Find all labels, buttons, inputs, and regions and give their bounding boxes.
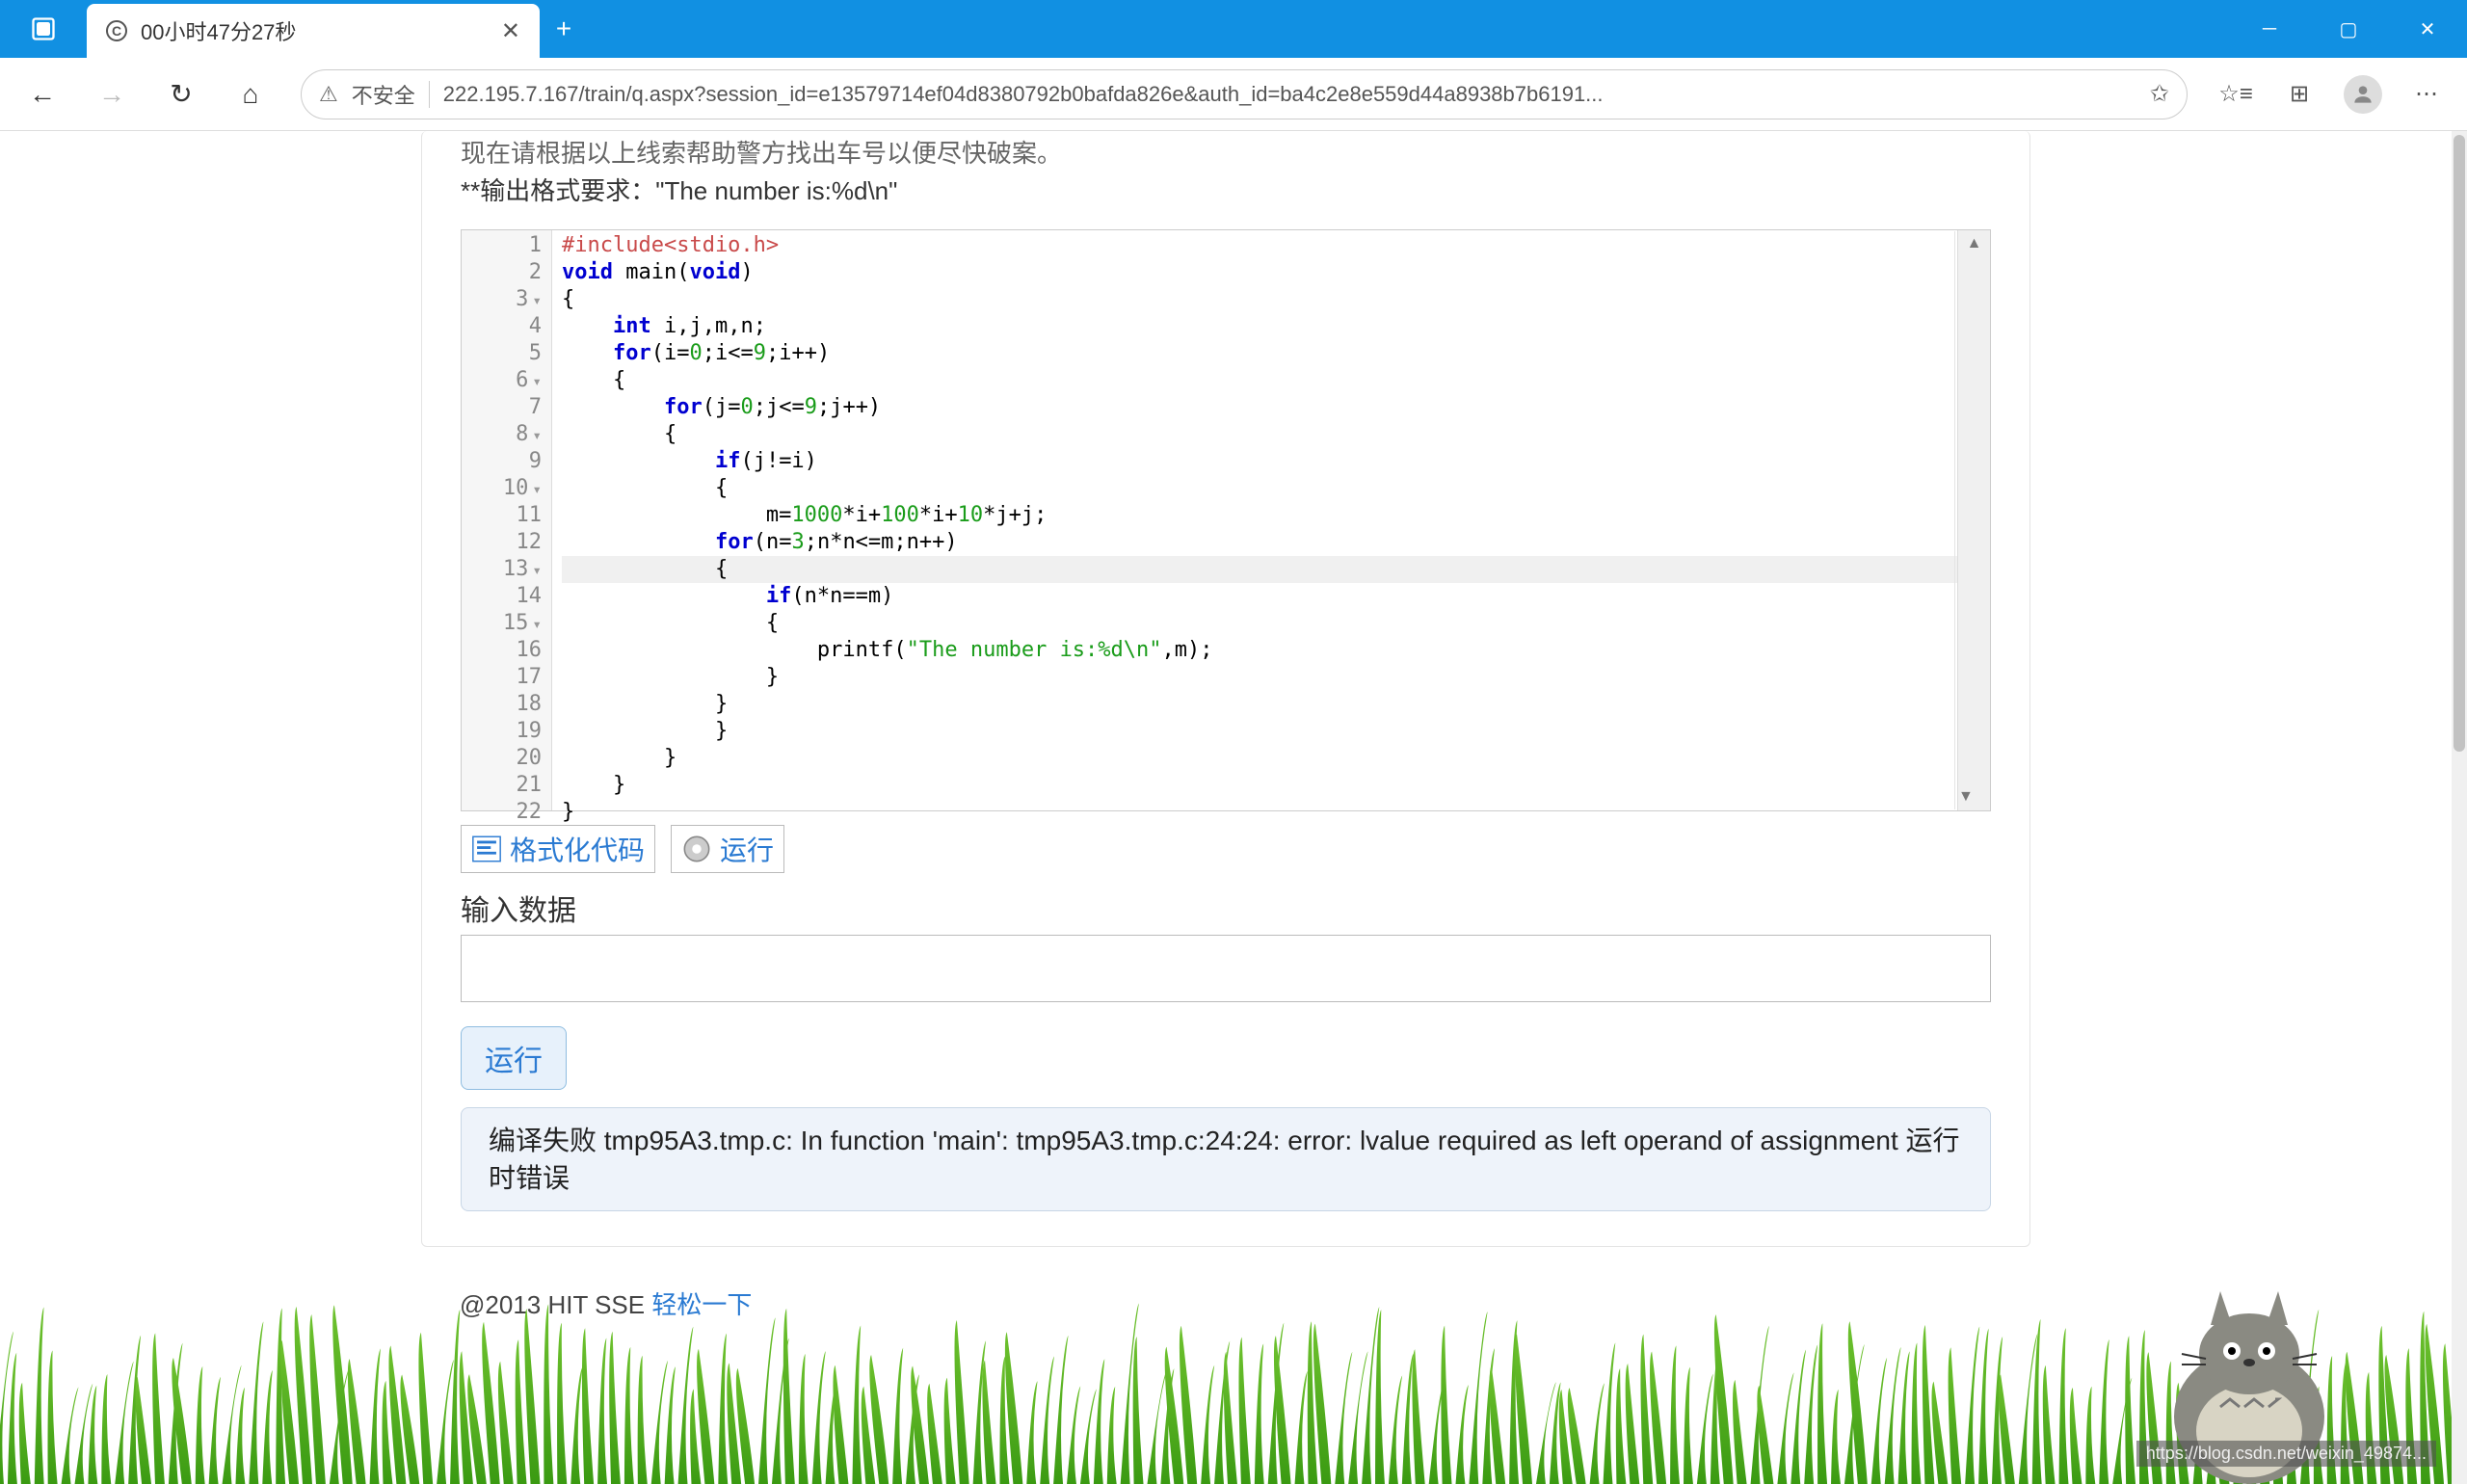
run-big-label: 运行 — [485, 1046, 543, 1077]
footer-link[interactable]: 轻松一下 — [651, 1290, 752, 1319]
problem-line1: 现在请根据以上线索帮助警方找出车号以便尽快破案。 — [461, 135, 1991, 172]
input-section: 输入数据 — [461, 887, 1991, 1007]
run-button-small[interactable]: 运行 — [671, 825, 784, 873]
maximize-button[interactable]: ▢ — [2309, 0, 2388, 58]
line-gutter: 123▾456▾78▾910▾111213▾1415▾1617181920212… — [462, 230, 552, 810]
watermark: https://blog.csdn.net/weixin_49874... — [2136, 1441, 2436, 1467]
insecure-label: 不安全 — [352, 79, 415, 110]
content-card: 现在请根据以上线索帮助警方找出车号以便尽快破案。 **输出格式要求："The n… — [421, 131, 2030, 1247]
input-textarea[interactable] — [461, 935, 1991, 1002]
format-icon — [467, 830, 506, 868]
toolbar: ← → ↻ ⌂ ⚠ 不安全 222.195.7.167/train/q.aspx… — [0, 58, 2467, 131]
more-icon[interactable]: ⋯ — [2398, 66, 2455, 123]
code-editor[interactable]: 123▾456▾78▾910▾111213▾1415▾1617181920212… — [461, 229, 1991, 811]
scrollbar-thumb[interactable] — [2454, 135, 2465, 752]
minimize-button[interactable]: ─ — [2230, 0, 2309, 58]
favorites-icon[interactable]: ☆≡ — [2207, 66, 2265, 123]
grass-decoration — [0, 1301, 2452, 1484]
home-button[interactable]: ⌂ — [220, 64, 281, 125]
input-label: 输入数据 — [461, 887, 1991, 929]
active-tab[interactable]: C 00小时47分27秒 ✕ — [87, 4, 540, 58]
problem-line2: **输出格式要求："The number is:%d\n" — [461, 172, 1991, 210]
reload-button[interactable]: ↻ — [150, 64, 212, 125]
tab-strip: C 00小时47分27秒 ✕ + — [87, 0, 588, 58]
close-window-button[interactable]: ✕ — [2388, 0, 2467, 58]
url-text: 222.195.7.167/train/q.aspx?session_id=e1… — [443, 82, 2136, 107]
footer: @2013 HIT SSE 轻松一下 — [421, 1285, 2030, 1321]
window-controls: ─ ▢ ✕ — [2230, 0, 2467, 58]
page-scrollbar[interactable] — [2452, 131, 2467, 1484]
avatar-icon — [2344, 75, 2382, 114]
scroll-up-icon[interactable]: ▲ — [1958, 230, 1990, 257]
footer-copyright: @2013 HIT SSE — [460, 1290, 651, 1319]
run-small-label: 运行 — [720, 830, 774, 868]
back-button[interactable]: ← — [12, 64, 73, 125]
favorite-icon[interactable]: ✩ — [2150, 80, 2169, 108]
close-tab-icon[interactable]: ✕ — [501, 17, 520, 45]
format-label: 格式化代码 — [510, 830, 645, 868]
collections-icon[interactable]: ⊞ — [2270, 66, 2328, 123]
titlebar: C 00小时47分27秒 ✕ + ─ ▢ ✕ — [0, 0, 2467, 58]
print-margin — [1954, 231, 1955, 809]
error-text: 编译失败 tmp95A3.tmp.c: In function 'main': … — [489, 1126, 1960, 1193]
profile-button[interactable] — [2334, 66, 2392, 123]
editor-scrollbar[interactable]: ▲ ▼ — [1957, 230, 1990, 810]
problem-text: 现在请根据以上线索帮助警方找出车号以便尽快破案。 **输出格式要求："The n… — [461, 131, 1991, 210]
new-tab-button[interactable]: + — [540, 0, 588, 58]
viewport: 现在请根据以上线索帮助警方找出车号以便尽快破案。 **输出格式要求："The n… — [0, 131, 2452, 1484]
separator — [429, 81, 430, 108]
forward-button[interactable]: → — [81, 64, 143, 125]
tab-manager-icon[interactable] — [0, 0, 87, 58]
format-code-button[interactable]: 格式化代码 — [461, 825, 655, 873]
gear-icon — [677, 830, 716, 868]
address-bar[interactable]: ⚠ 不安全 222.195.7.167/train/q.aspx?session… — [301, 69, 2188, 119]
tab-title: 00小时47分27秒 — [141, 15, 488, 46]
run-button-big[interactable]: 运行 — [461, 1026, 567, 1090]
editor-buttons: 格式化代码 运行 — [461, 825, 1991, 873]
favicon-icon: C — [106, 20, 127, 41]
error-output: 编译失败 tmp95A3.tmp.c: In function 'main': … — [461, 1107, 1991, 1211]
warning-icon: ⚠ — [319, 82, 338, 107]
code-area[interactable]: #include<stdio.h>void main(void){ int i,… — [552, 230, 1990, 810]
scroll-down-icon[interactable]: ▼ — [1958, 783, 1974, 810]
